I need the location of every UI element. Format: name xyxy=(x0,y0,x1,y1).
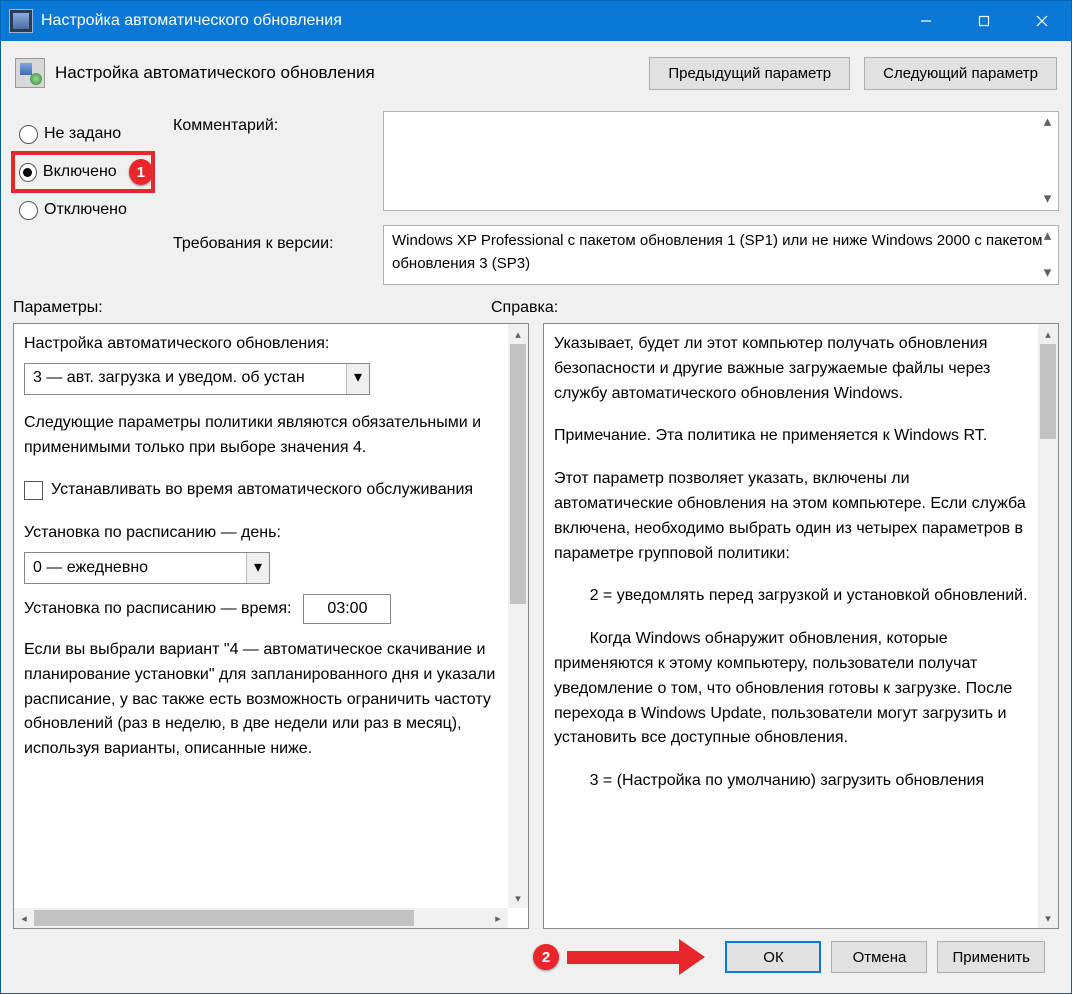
scrollbar-thumb[interactable] xyxy=(34,910,414,926)
next-setting-button[interactable]: Следующий параметр xyxy=(864,57,1057,90)
radio-not-configured[interactable]: Не задано xyxy=(13,115,173,153)
schedule-day-label: Установка по расписанию — день: xyxy=(24,521,498,546)
help-text: 3 = (Настройка по умолчанию) загрузить о… xyxy=(554,769,1028,794)
scroll-up-icon[interactable]: ▴ xyxy=(508,324,528,344)
scroll-down-icon[interactable]: ▾ xyxy=(508,888,528,908)
combobox-value: 3 — авт. загрузка и уведом. об устан xyxy=(33,366,305,391)
policy-icon xyxy=(15,58,45,88)
scroll-up-icon[interactable]: ▴ xyxy=(1038,227,1057,246)
update-mode-label: Настройка автоматического обновления: xyxy=(24,332,498,357)
chevron-down-icon: ▾ xyxy=(346,364,369,394)
scroll-down-icon[interactable]: ▾ xyxy=(1038,190,1057,209)
radio-icon xyxy=(19,163,37,182)
checkbox-label: Устанавливать во время автоматического о… xyxy=(51,478,473,503)
app-icon xyxy=(9,9,33,33)
chevron-down-icon: ▾ xyxy=(246,553,269,583)
help-text: Указывает, будет ли этот компьютер получ… xyxy=(554,332,1028,406)
apply-button[interactable]: Применить xyxy=(937,941,1045,973)
policy-title: Настройка автоматического обновления xyxy=(55,63,635,83)
scroll-up-icon[interactable]: ▴ xyxy=(1038,324,1058,344)
supported-label: Требования к версии: xyxy=(173,235,383,253)
gpedit-dialog: Настройка автоматического обновления Нас… xyxy=(0,0,1072,994)
window-title: Настройка автоматического обновления xyxy=(41,12,897,30)
radio-icon xyxy=(19,125,38,144)
scroll-left-icon[interactable]: ◂ xyxy=(14,908,34,928)
options-label: Параметры: xyxy=(13,299,491,317)
vertical-scrollbar[interactable]: ▴ ▾ xyxy=(1038,324,1058,928)
maximize-button[interactable] xyxy=(955,1,1013,41)
options-note-2: Если вы выбрали вариант "4 — автоматичес… xyxy=(24,638,498,762)
update-mode-combobox[interactable]: 3 — авт. загрузка и уведом. об устан ▾ xyxy=(24,363,370,395)
annotation-badge-1: 1 xyxy=(129,159,153,185)
cancel-button[interactable]: Отмена xyxy=(831,941,927,973)
comment-textarea[interactable]: ▴ ▾ xyxy=(383,111,1059,211)
title-bar[interactable]: Настройка автоматического обновления xyxy=(1,1,1071,41)
vertical-scrollbar[interactable]: ▴ ▾ xyxy=(508,324,528,908)
supported-text: Windows XP Professional с пакетом обновл… xyxy=(392,232,1042,272)
help-text: 2 = уведомлять перед загрузкой и установ… xyxy=(554,584,1028,609)
help-text: Примечание. Эта политика не применяется … xyxy=(554,424,1028,449)
scrollbar-thumb[interactable] xyxy=(1040,344,1056,439)
maintenance-checkbox-row[interactable]: Устанавливать во время автоматического о… xyxy=(24,478,498,503)
dialog-footer: 2 ОК Отмена Применить xyxy=(13,929,1059,985)
schedule-day-combobox[interactable]: 0 — ежедневно ▾ xyxy=(24,552,270,584)
radio-enabled[interactable]: Включено 1 xyxy=(13,153,153,191)
annotation-arrow: 2 xyxy=(533,939,705,975)
state-radio-group: Не задано Включено 1 Отключено xyxy=(13,111,173,285)
scroll-right-icon[interactable]: ▸ xyxy=(488,908,508,928)
minimize-button[interactable] xyxy=(897,1,955,41)
options-note: Следующие параметры политики являются об… xyxy=(24,411,498,461)
help-label: Справка: xyxy=(491,299,558,317)
annotation-badge-2: 2 xyxy=(533,944,559,970)
header-row: Настройка автоматического обновления Пре… xyxy=(1,41,1071,105)
schedule-time-label: Установка по расписанию — время: xyxy=(24,597,291,622)
help-pane: Указывает, будет ли этот компьютер получ… xyxy=(543,323,1059,929)
options-pane: Настройка автоматического обновления: 3 … xyxy=(13,323,529,929)
scroll-down-icon[interactable]: ▾ xyxy=(1038,264,1057,283)
close-button[interactable] xyxy=(1013,1,1071,41)
scroll-up-icon[interactable]: ▴ xyxy=(1038,113,1057,132)
ok-button[interactable]: ОК xyxy=(725,941,821,973)
horizontal-scrollbar[interactable]: ◂ ▸ xyxy=(14,908,508,928)
time-value: 03:00 xyxy=(327,597,367,622)
combobox-value: 0 — ежедневно xyxy=(33,556,148,581)
radio-disabled[interactable]: Отключено xyxy=(13,191,173,229)
help-text: Когда Windows обнаружит обновления, кото… xyxy=(554,627,1028,751)
radio-label: Включено xyxy=(43,163,117,181)
comment-label: Комментарий: xyxy=(173,117,383,135)
scroll-down-icon[interactable]: ▾ xyxy=(1038,908,1058,928)
supported-on-box: Windows XP Professional с пакетом обновл… xyxy=(383,225,1059,285)
radio-icon xyxy=(19,201,38,220)
scrollbar-thumb[interactable] xyxy=(510,344,526,604)
radio-label: Не задано xyxy=(44,125,121,143)
previous-setting-button[interactable]: Предыдущий параметр xyxy=(649,57,850,90)
schedule-time-field[interactable]: 03:00 xyxy=(303,594,391,624)
help-text: Этот параметр позволяет указать, включен… xyxy=(554,467,1028,566)
radio-label: Отключено xyxy=(44,201,127,219)
checkbox-icon xyxy=(24,481,43,500)
